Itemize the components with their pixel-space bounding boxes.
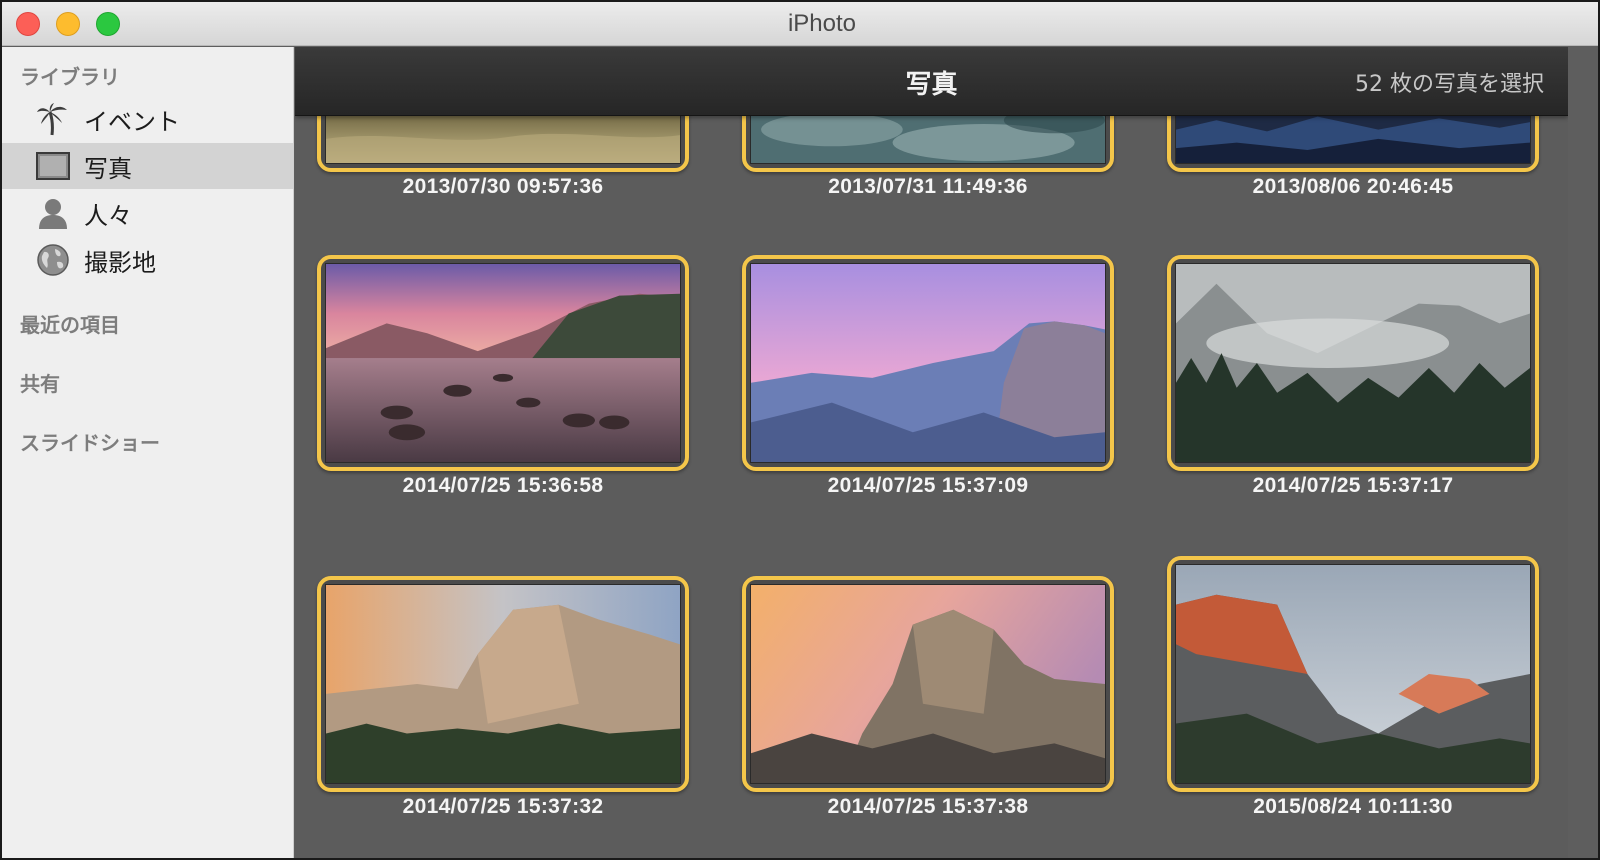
photo-tile[interactable]: 2014/07/25 15:36:58 — [317, 255, 689, 498]
photo-tile[interactable]: 2014/07/25 15:37:32 — [317, 576, 689, 819]
photo-thumbnail[interactable] — [742, 576, 1114, 792]
photo-date: 2014/07/25 15:37:09 — [827, 474, 1029, 497]
sidebar-item-photos-label: 写真 — [84, 154, 132, 183]
sidebar: ライブラリ イベント 写真 人々 撮影地 最近の項目 共有 スライドショー — [2, 47, 294, 858]
photo-date: 2014/07/25 15:37:32 — [402, 795, 604, 818]
globe-icon — [34, 243, 72, 277]
photo-thumbnail[interactable] — [317, 576, 689, 792]
iphoto-window: iPhoto ライブラリ イベント 写真 人々 撮影地 最近の項目 共有 スライ… — [0, 0, 1600, 860]
photo-tile[interactable]: 2014/07/25 15:37:38 — [742, 576, 1114, 819]
title-bar: iPhoto — [2, 2, 1598, 46]
photo-thumbnail[interactable] — [1167, 255, 1539, 471]
photo-tile[interactable]: 2014/07/25 15:37:09 — [742, 255, 1114, 498]
sidebar-item-places[interactable]: 撮影地 — [2, 237, 293, 283]
photo-tile[interactable]: 2015/08/24 10:11:30 — [1167, 556, 1539, 819]
photo-tile[interactable]: 2013/07/30 09:57:36 — [317, 102, 689, 199]
slideshow-section-header[interactable]: スライドショー — [20, 427, 160, 456]
window-title: iPhoto — [787, 10, 857, 37]
photo-date: 2013/07/31 11:49:36 — [828, 175, 1028, 198]
photo-thumbnail[interactable] — [742, 255, 1114, 471]
person-icon — [34, 196, 72, 230]
photo-tile[interactable]: 2013/08/06 20:46:45 — [1167, 102, 1539, 199]
photo-date: 2015/08/24 10:11:30 — [1253, 795, 1453, 818]
selection-count: 52 枚の写真を選択 — [1355, 72, 1544, 97]
sidebar-item-photos[interactable]: 写真 — [2, 143, 293, 189]
sidebar-item-events[interactable]: イベント — [2, 96, 293, 142]
sidebar-item-people[interactable]: 人々 — [2, 190, 293, 236]
photo-tile[interactable]: 2013/07/31 11:49:36 — [742, 102, 1114, 199]
palm-tree-icon — [34, 102, 72, 136]
photo-thumbnail[interactable] — [1167, 556, 1539, 792]
sidebar-item-places-label: 撮影地 — [84, 248, 156, 277]
photo-frame-icon — [34, 149, 72, 183]
photo-date: 2014/07/25 15:37:38 — [827, 795, 1029, 818]
photo-grid-area[interactable]: 写真 52 枚の写真を選択 2013/07/30 09:57:36 2013/0… — [295, 47, 1568, 858]
sidebar-item-events-label: イベント — [84, 107, 180, 136]
photo-date: 2013/08/06 20:46:45 — [1252, 175, 1454, 198]
sidebar-item-people-label: 人々 — [84, 201, 132, 230]
recent-section-header[interactable]: 最近の項目 — [20, 309, 120, 338]
photo-date: 2014/07/25 15:37:17 — [1252, 474, 1454, 497]
photo-date: 2013/07/30 09:57:36 — [402, 175, 604, 198]
photo-thumbnail[interactable] — [317, 255, 689, 471]
library-section-header[interactable]: ライブラリ — [20, 61, 120, 90]
photo-date: 2014/07/25 15:36:58 — [402, 474, 604, 497]
shared-section-header[interactable]: 共有 — [20, 368, 60, 397]
photo-tile[interactable]: 2014/07/25 15:37:17 — [1167, 255, 1539, 498]
content-toolbar: 写真 52 枚の写真を選択 — [295, 47, 1568, 116]
